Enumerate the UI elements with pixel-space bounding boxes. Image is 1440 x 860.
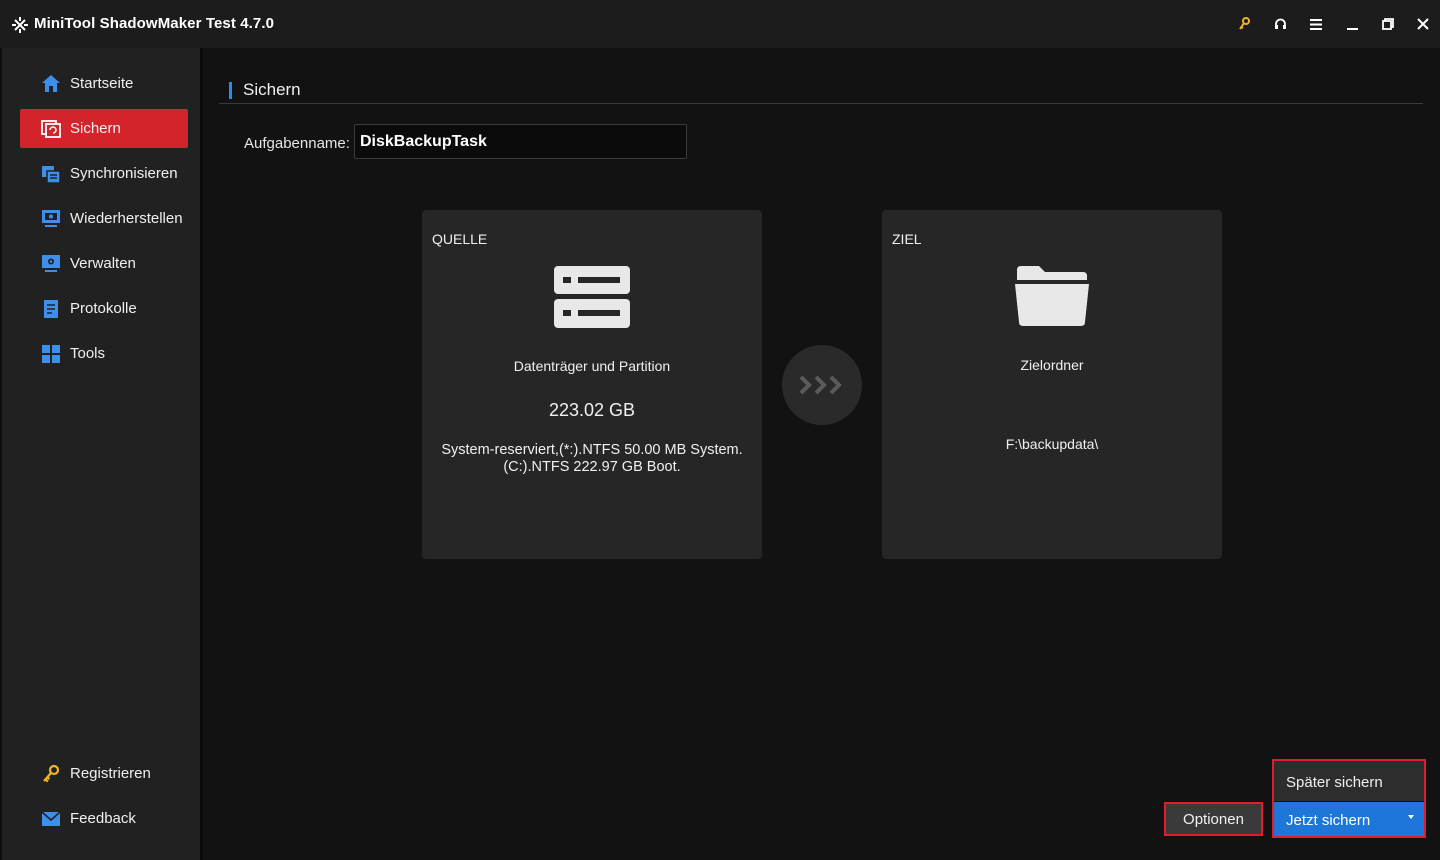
app-title: MiniTool ShadowMaker Test 4.7.0: [34, 15, 275, 32]
section-header: Sichern: [219, 80, 1423, 104]
triple-chevron-icon: [799, 375, 842, 395]
key-icon: [43, 764, 60, 783]
task-name-label: Aufgabenname:: [244, 135, 350, 152]
destination-path: F:\backupdata\: [1005, 436, 1099, 452]
source-detail-line1: System-reserviert,(*:).NTFS 50.00 MB Sys…: [441, 442, 743, 458]
logs-icon: [44, 300, 58, 318]
backup-split-button: Später sichern Jetzt sichern: [1272, 759, 1426, 838]
close-icon[interactable]: [1413, 14, 1433, 34]
sidebar-item-wiederherstellen[interactable]: Wiederherstellen: [20, 199, 188, 238]
main-panel: Sichern Aufgabenname: QUELLE Datenträger…: [203, 48, 1440, 860]
sidebar-item-label: Verwalten: [70, 255, 136, 272]
sidebar-item-verwalten[interactable]: Verwalten: [20, 244, 188, 283]
mail-icon: [41, 811, 61, 826]
caret-down-icon[interactable]: [1408, 815, 1414, 819]
backup-later-menu-item[interactable]: Später sichern: [1274, 761, 1424, 801]
menu-icon[interactable]: [1306, 14, 1326, 34]
minimize-icon[interactable]: [1342, 14, 1362, 34]
title-bar: MiniTool ShadowMaker Test 4.7.0: [0, 0, 1440, 48]
sidebar-item-label: Synchronisieren: [70, 165, 178, 182]
tools-icon: [42, 345, 60, 363]
home-icon: [42, 75, 60, 92]
sidebar-item-startseite[interactable]: Startseite: [20, 64, 188, 103]
app-logo-icon: [12, 17, 28, 33]
folder-icon: [1015, 266, 1089, 326]
destination-card[interactable]: ZIEL Zielordner F:\backupdata\: [882, 210, 1222, 559]
backup-now-label: Jetzt sichern: [1286, 812, 1371, 829]
flow-arrow: [782, 345, 862, 425]
headset-icon[interactable]: [1270, 14, 1290, 34]
sidebar-item-label: Registrieren: [70, 765, 151, 782]
sidebar-item-label: Feedback: [70, 810, 136, 827]
sidebar-item-feedback[interactable]: Feedback: [20, 799, 188, 838]
sidebar-item-synchronisieren[interactable]: Synchronisieren: [20, 154, 188, 193]
sidebar-item-label: Wiederherstellen: [70, 210, 183, 227]
section-accent-bar: [229, 82, 232, 99]
sidebar-item-sichern[interactable]: Sichern: [20, 109, 188, 148]
sidebar-item-label: Protokolle: [70, 300, 137, 317]
sync-icon: [42, 166, 61, 184]
disk-icon: [554, 266, 630, 328]
sidebar-item-label: Startseite: [70, 75, 134, 92]
sidebar-item-label: Sichern: [70, 120, 121, 137]
task-name-input[interactable]: [354, 124, 687, 159]
sidebar-item-tools[interactable]: Tools: [20, 334, 188, 373]
source-detail-line2: (C:).NTFS 222.97 GB Boot.: [503, 459, 681, 475]
sidebar: Startseite Sichern Synchronisieren Wiede…: [0, 48, 203, 860]
restore-icon[interactable]: [1378, 14, 1398, 34]
source-card[interactable]: QUELLE Datenträger und Partition 223.02 …: [422, 210, 762, 559]
options-button[interactable]: Optionen: [1164, 802, 1263, 836]
backup-icon: [41, 120, 61, 138]
sidebar-item-registrieren[interactable]: Registrieren: [20, 754, 188, 793]
manage-icon: [42, 255, 60, 272]
source-size: 223.02 GB: [548, 400, 636, 420]
backup-now-button[interactable]: Jetzt sichern: [1274, 802, 1424, 836]
destination-subtitle: Zielordner: [1020, 357, 1084, 373]
page-title: Sichern: [243, 80, 301, 99]
sidebar-item-protokolle[interactable]: Protokolle: [20, 289, 188, 328]
source-heading: QUELLE: [432, 231, 488, 247]
sidebar-item-label: Tools: [70, 345, 106, 362]
destination-heading: ZIEL: [892, 231, 922, 247]
restore-icon: [42, 210, 60, 227]
key-icon[interactable]: [1234, 14, 1254, 34]
source-subtitle: Datenträger und Partition: [513, 358, 671, 374]
